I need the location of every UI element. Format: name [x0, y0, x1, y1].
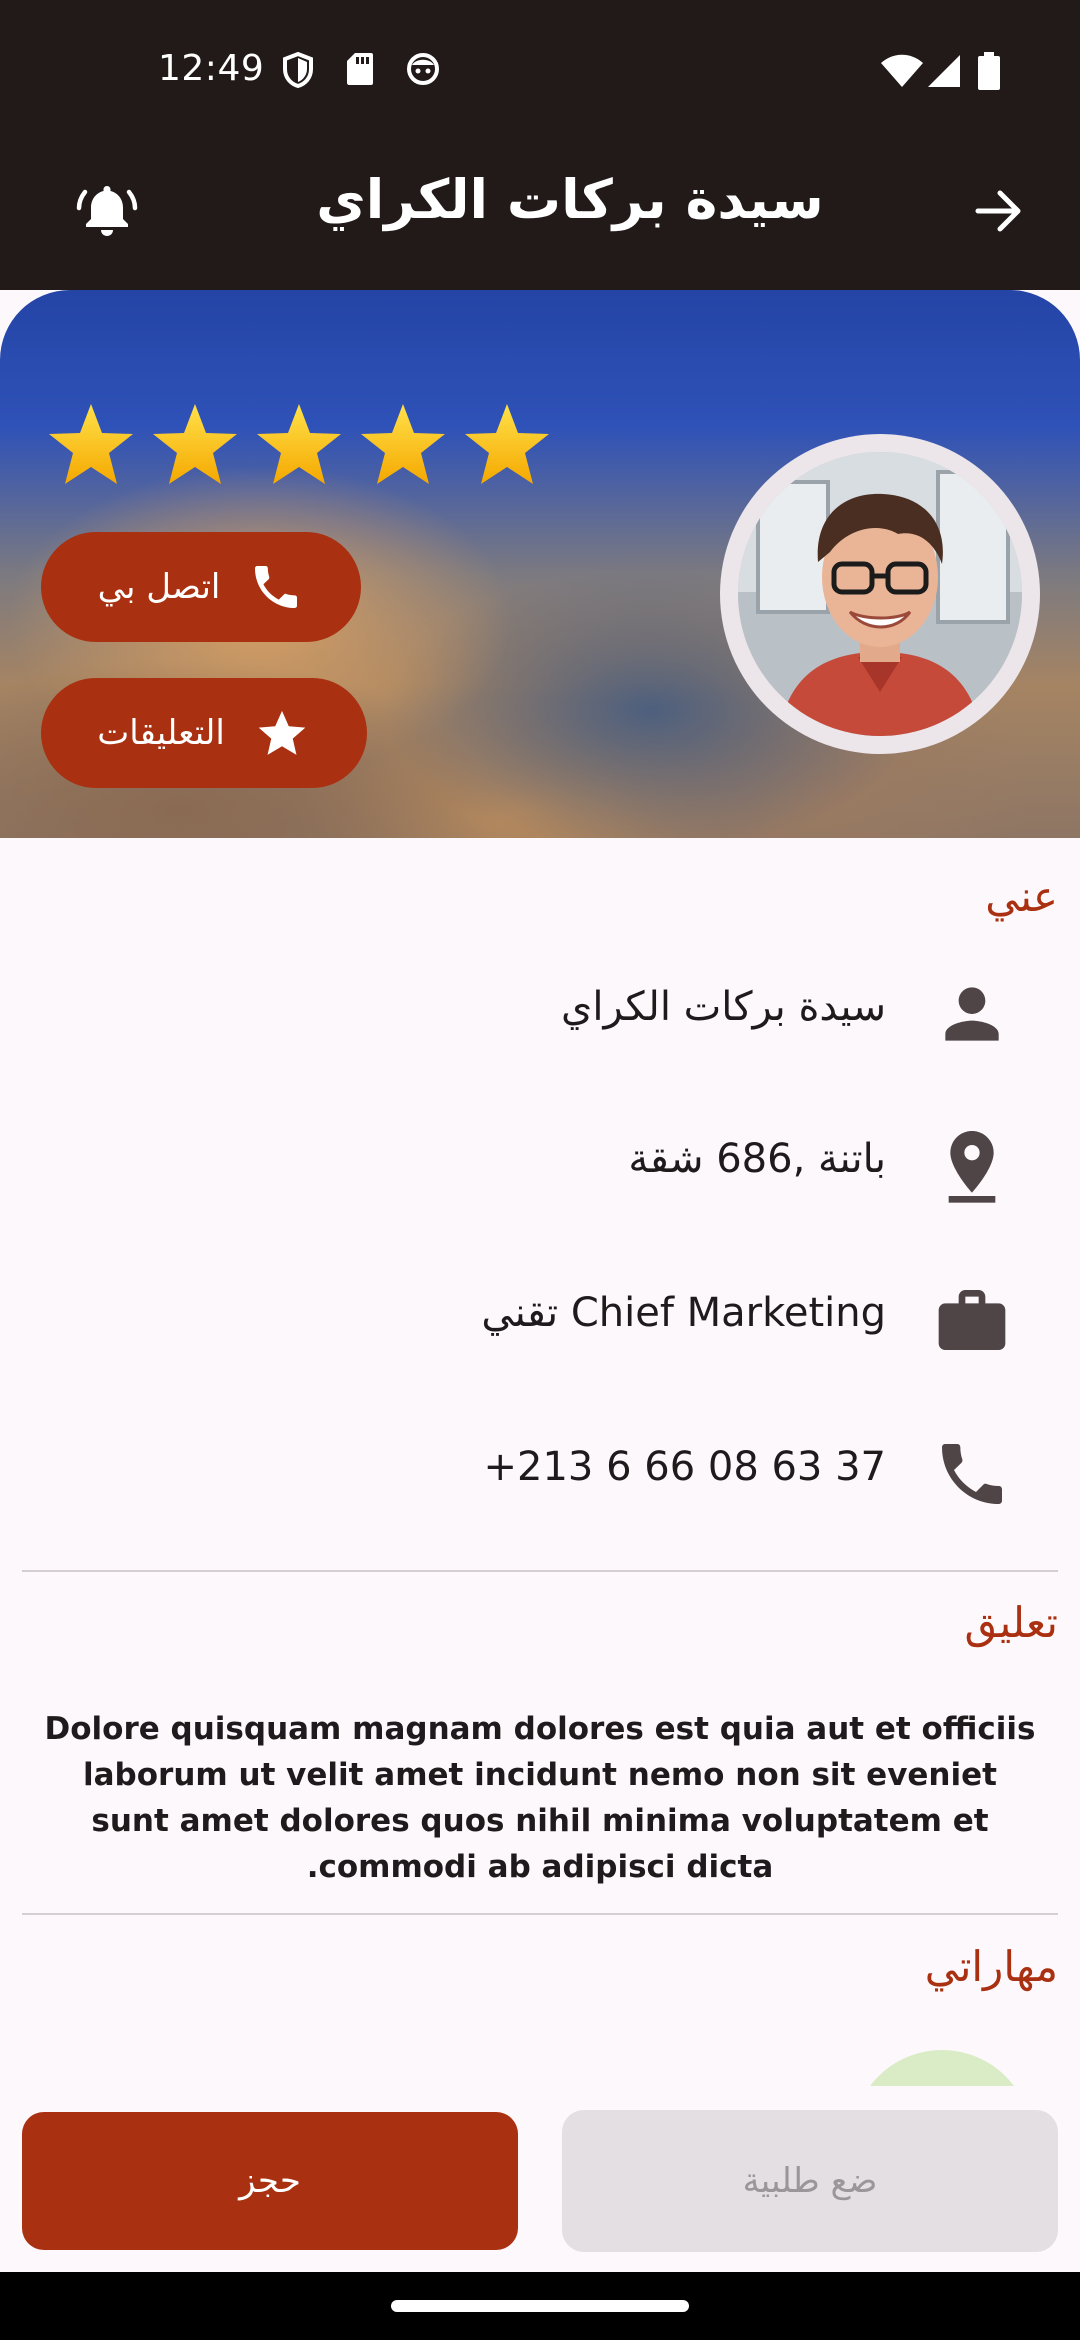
comment-text: Dolore quisquam magnam dolores est quia … [44, 1711, 1036, 1885]
about-section-title: عني [985, 872, 1058, 921]
star-icon [465, 404, 549, 484]
profile-address: باتنة ,686 شقة [628, 1136, 886, 1182]
status-time: 12:49 [158, 48, 265, 89]
page-title: سيدة بركات الكراي [316, 168, 824, 231]
phone-icon[interactable] [932, 1434, 1012, 1518]
divider [22, 1913, 1058, 1915]
reviews-button[interactable]: التعليقات [41, 678, 367, 788]
sd-card-icon [346, 52, 374, 90]
wifi-icon [880, 54, 924, 92]
place-order-button[interactable]: ضع طلبية [562, 2110, 1058, 2252]
arrow-forward-icon[interactable] [974, 188, 1024, 238]
person-icon [932, 974, 1012, 1058]
home-gesture-handle[interactable] [391, 2300, 689, 2312]
comment-section-title: تعليق [964, 1598, 1058, 1647]
info-row-phone[interactable]: +213 6 66 08 63 37 [0, 1420, 1080, 1520]
star-icon [153, 404, 237, 484]
skills-section-title: مهاراتي [924, 1942, 1058, 1991]
avatar-photo [738, 452, 1022, 736]
profile-cover-image: اتصل بي التعليقات [0, 290, 1080, 838]
info-row-name: سيدة بركات الكراي [0, 960, 1080, 1060]
star-icon [258, 710, 306, 755]
profile-name: سيدة بركات الكراي [561, 984, 886, 1030]
location-pin-icon [932, 1126, 1012, 1210]
bell-ringing-icon[interactable] [76, 180, 138, 246]
shield-icon [282, 51, 314, 92]
phone-icon [255, 566, 298, 608]
battery-icon [978, 52, 1000, 94]
avatar [720, 434, 1040, 754]
app-bar: سيدة بركات الكراي [0, 140, 1080, 290]
star-icon [49, 404, 133, 484]
divider [22, 1570, 1058, 1572]
status-bar: 12:49 [0, 0, 1080, 140]
profile-job: Chief Marketing تقني [481, 1290, 886, 1336]
star-rating [44, 400, 554, 490]
face-icon [406, 52, 440, 90]
call-me-label: اتصل بي [97, 567, 221, 607]
signal-icon [926, 54, 962, 92]
star-icon [361, 404, 445, 484]
info-row-address: باتنة ,686 شقة [0, 1112, 1080, 1212]
info-row-job: Chief Marketing تقني [0, 1266, 1080, 1366]
reviews-label: التعليقات [97, 713, 225, 753]
book-button[interactable]: حجز [22, 2112, 518, 2250]
call-me-button[interactable]: اتصل بي [41, 532, 361, 642]
briefcase-icon [932, 1280, 1012, 1364]
star-icon [257, 404, 341, 484]
profile-phone[interactable]: +213 6 66 08 63 37 [484, 1444, 886, 1490]
bottom-action-bar: حجز ضع طلبية [0, 2086, 1080, 2272]
system-navigation-bar [0, 2272, 1080, 2340]
